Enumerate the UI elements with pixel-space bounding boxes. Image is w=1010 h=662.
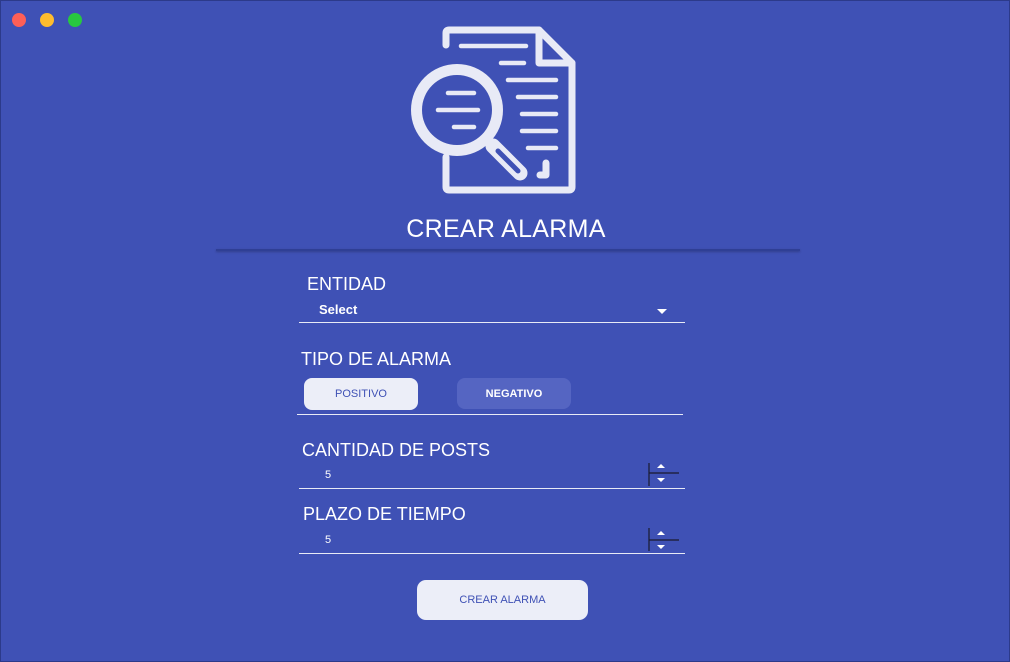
chevron-down-icon [657, 309, 667, 314]
page-title: CREAR ALARMA [406, 215, 606, 243]
plazo-tiempo-label: PLAZO DE TIEMPO [303, 504, 466, 524]
crear-alarma-button[interactable]: CREAR ALARMA [417, 580, 588, 620]
minimize-window-button[interactable] [40, 13, 54, 27]
title-divider [216, 249, 800, 251]
positivo-button[interactable]: POSITIVO [304, 378, 418, 410]
maximize-window-button[interactable] [68, 13, 82, 27]
tipo-alarma-toggle: POSITIVO NEGATIVO [297, 373, 683, 415]
tipo-alarma-label: TIPO DE ALARMA [301, 349, 452, 369]
plazo-tiempo-input[interactable]: 5 [299, 527, 685, 554]
close-window-button[interactable] [12, 13, 26, 27]
cantidad-posts-input[interactable]: 5 [299, 462, 685, 489]
entidad-select[interactable]: Select [299, 298, 685, 323]
plazo-tiempo-value: 5 [325, 534, 332, 546]
window-controls [12, 13, 82, 27]
app-window: CREAR ALARMA ENTIDAD Select TIPO DE ALAR… [0, 0, 1010, 662]
spinner-icon[interactable] [647, 462, 679, 488]
negativo-button[interactable]: NEGATIVO [457, 378, 571, 409]
entidad-label: ENTIDAD [307, 274, 387, 294]
entidad-select-value: Select [319, 302, 358, 317]
cantidad-posts-value: 5 [325, 469, 332, 481]
document-search-icon [411, 26, 576, 194]
spinner-icon[interactable] [647, 527, 679, 553]
cantidad-posts-label: CANTIDAD DE POSTS [302, 440, 491, 460]
